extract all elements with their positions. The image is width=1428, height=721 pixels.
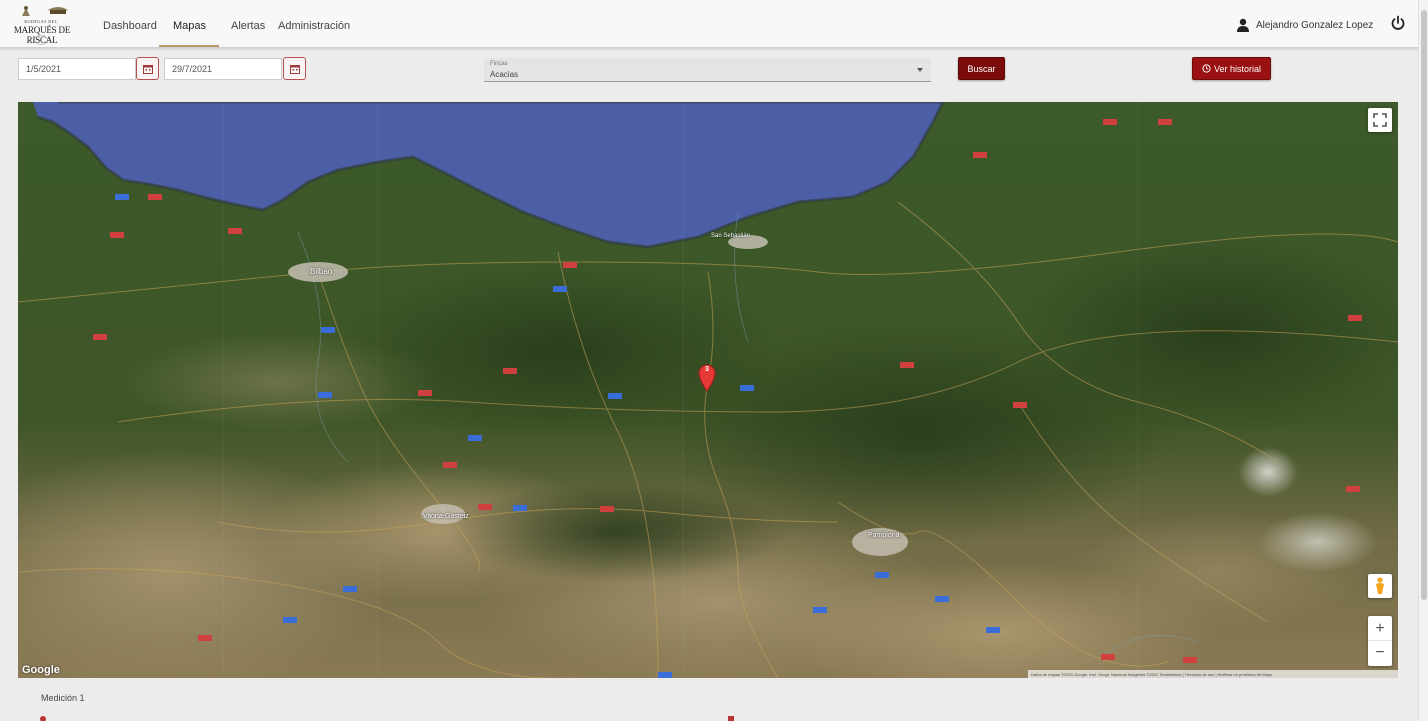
user-name: Alejandro Gonzalez Lopez [1256, 19, 1374, 31]
place-label-pamplona: Pamplona [868, 532, 900, 539]
nav-alertas[interactable]: Alertas [231, 20, 265, 32]
calendar-icon [289, 64, 300, 74]
nav-dashboard[interactable]: Dashboard [103, 20, 157, 32]
clock-icon [1202, 64, 1211, 73]
street-view-button[interactable] [1368, 574, 1392, 598]
date-from-calendar-button[interactable] [136, 57, 159, 80]
brand-subtitle: BODEGAS DEL [24, 19, 58, 24]
brand-logo[interactable]: BODEGAS DEL MARQUÉS DE RISCAL [4, 2, 78, 46]
date-to-input[interactable]: 29/7/2021 [164, 58, 282, 80]
marker-label: 3 [705, 366, 709, 373]
scrollbar-thumb[interactable] [1421, 10, 1427, 600]
satellite-map[interactable]: 3 Bilbao Vitoria-Gasteiz Pamplona San Se… [18, 102, 1398, 678]
fullscreen-icon [1373, 113, 1387, 127]
user-icon [1237, 18, 1249, 32]
top-navbar: BODEGAS DEL MARQUÉS DE RISCAL Dashboard … [0, 0, 1428, 48]
pegman-icon [1376, 577, 1384, 594]
location-pin-icon [40, 716, 46, 721]
section-title: Medición 1 [41, 693, 85, 703]
map-attribution[interactable]: Datos de mapas ©2021 Google, Inst. Geogr… [1028, 670, 1398, 678]
calendar-small-icon [728, 716, 734, 721]
date-to-calendar-button[interactable] [283, 57, 306, 80]
calendar-icon [142, 64, 153, 74]
nav-mapas[interactable]: Mapas [173, 20, 206, 32]
zoom-controls: + − [1368, 616, 1392, 666]
page-scrollbar[interactable] [1418, 0, 1428, 721]
place-label-bilbao: Bilbao [310, 267, 333, 276]
seal-icon [34, 35, 48, 45]
fincas-select-value: Acacias [490, 70, 519, 79]
view-history-button[interactable]: Ver historial [1192, 57, 1271, 80]
fincas-select[interactable]: Fincas Acacias [484, 58, 931, 82]
fullscreen-button[interactable] [1368, 108, 1392, 132]
place-label-san-sebastian: San Sebastián [711, 233, 751, 239]
user-menu[interactable]: Alejandro Gonzalez Lopez [1236, 16, 1373, 34]
zoom-out-button[interactable]: − [1368, 641, 1392, 665]
google-logo: Google [22, 664, 60, 676]
search-button[interactable]: Buscar [958, 57, 1005, 80]
active-tab-indicator [159, 45, 219, 47]
nav-administracion[interactable]: Administración [278, 20, 350, 32]
power-icon[interactable] [1390, 15, 1406, 31]
date-from-input[interactable]: 1/5/2021 [18, 58, 136, 80]
zoom-in-button[interactable]: + [1368, 617, 1392, 641]
place-label-vitoria: Vitoria-Gasteiz [423, 513, 469, 520]
view-history-label: Ver historial [1213, 63, 1262, 74]
chevron-down-icon [917, 68, 923, 72]
fincas-select-label: Fincas [490, 61, 508, 67]
